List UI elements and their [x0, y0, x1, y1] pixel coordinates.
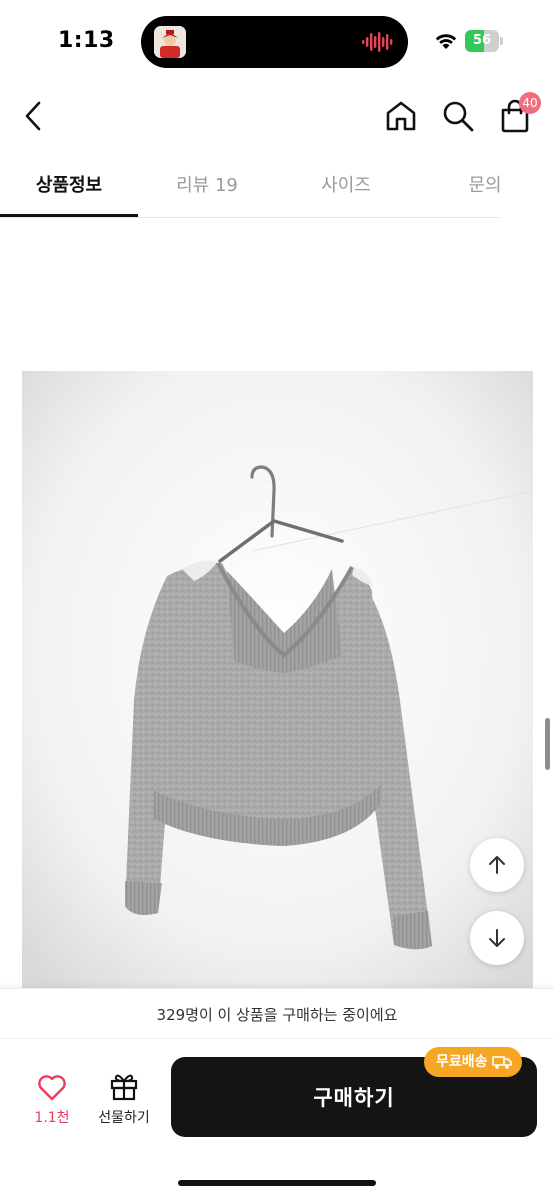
- product-tabs: 상품정보 리뷰 19 사이즈 문의: [0, 160, 554, 218]
- tab-reviews[interactable]: 리뷰 19: [138, 160, 276, 218]
- back-button[interactable]: [14, 96, 54, 136]
- purchase-notice-text: 329명이 이 상품을 구매하는 중이에요: [156, 1006, 398, 1024]
- like-button[interactable]: 1.1천: [24, 1069, 80, 1139]
- product-image: [22, 371, 533, 991]
- status-bar: 1:13 56: [0, 0, 554, 80]
- audio-wave-icon: [362, 32, 393, 52]
- arrow-up-icon: [489, 856, 505, 874]
- free-shipping-label: 무료배송: [436, 1054, 488, 1070]
- gift-label: 선물하기: [98, 1110, 150, 1126]
- purchase-notice-bar: 329명이 이 상품을 구매하는 중이에요: [0, 988, 554, 1038]
- app-header: 40: [0, 88, 554, 148]
- scroll-down-button[interactable]: [470, 911, 524, 965]
- tabs-divider: [0, 217, 500, 218]
- cart-button[interactable]: 40: [495, 92, 541, 136]
- gift-icon: [110, 1074, 138, 1101]
- wifi-icon: [435, 34, 457, 49]
- scroll-indicator[interactable]: [545, 718, 550, 770]
- like-count: 1.1천: [34, 1110, 70, 1126]
- now-playing-avatar: [154, 26, 186, 58]
- chevron-left-icon: [25, 101, 41, 131]
- search-button[interactable]: [438, 96, 478, 136]
- arrow-down-icon: [489, 929, 505, 947]
- status-time: 1:13: [58, 28, 115, 53]
- gift-button[interactable]: 선물하기: [90, 1069, 158, 1139]
- tab-product-info[interactable]: 상품정보: [0, 160, 138, 218]
- tab-size[interactable]: 사이즈: [276, 160, 416, 218]
- home-icon: [386, 101, 416, 131]
- battery-percent: 56: [472, 33, 492, 48]
- scroll-top-button[interactable]: [470, 838, 524, 892]
- cart-count-badge: 40: [519, 92, 541, 114]
- heart-icon: [38, 1075, 66, 1101]
- search-icon: [443, 101, 474, 132]
- home-indicator[interactable]: [178, 1180, 376, 1186]
- dynamic-island[interactable]: [141, 16, 408, 68]
- home-button[interactable]: [381, 96, 421, 136]
- battery-indicator: 56: [465, 30, 503, 52]
- free-shipping-badge: 무료배송: [424, 1047, 522, 1077]
- tab-inquiry[interactable]: 문의: [416, 160, 554, 218]
- truck-icon: [491, 1056, 512, 1069]
